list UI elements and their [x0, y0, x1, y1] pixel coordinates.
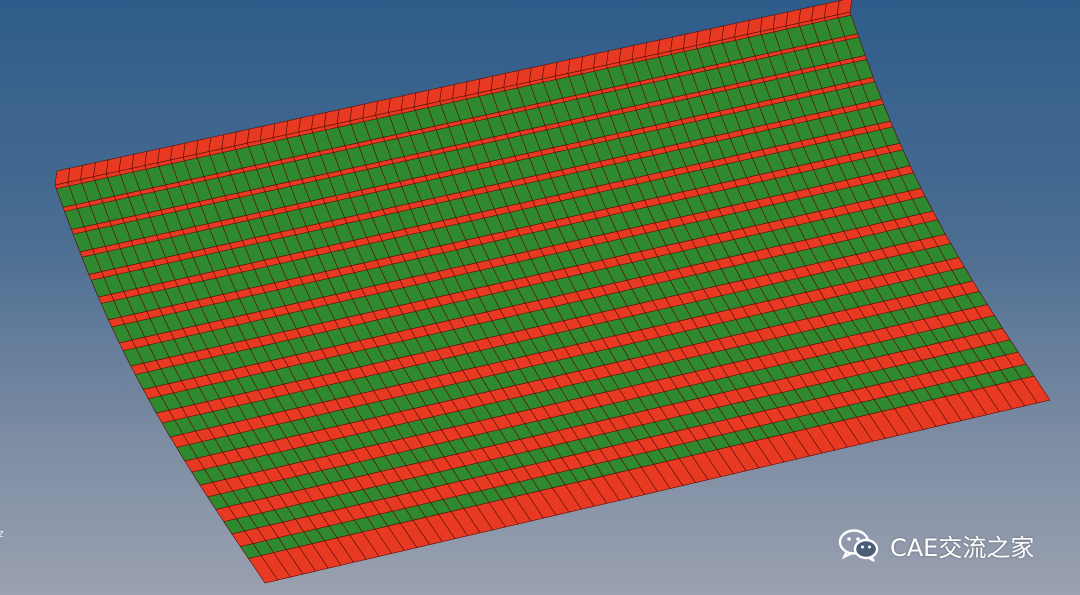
- wechat-icon: [838, 529, 879, 562]
- graphics-viewport[interactable]: z CAE交流之家: [0, 0, 1080, 595]
- watermark: CAE交流之家: [838, 526, 1034, 564]
- stiffened-panel-model: [54, 0, 1051, 584]
- watermark-text: CAE交流之家: [890, 533, 1035, 562]
- fe-model-canvas[interactable]: [0, 0, 1080, 595]
- axis-triad-label: z: [0, 527, 4, 540]
